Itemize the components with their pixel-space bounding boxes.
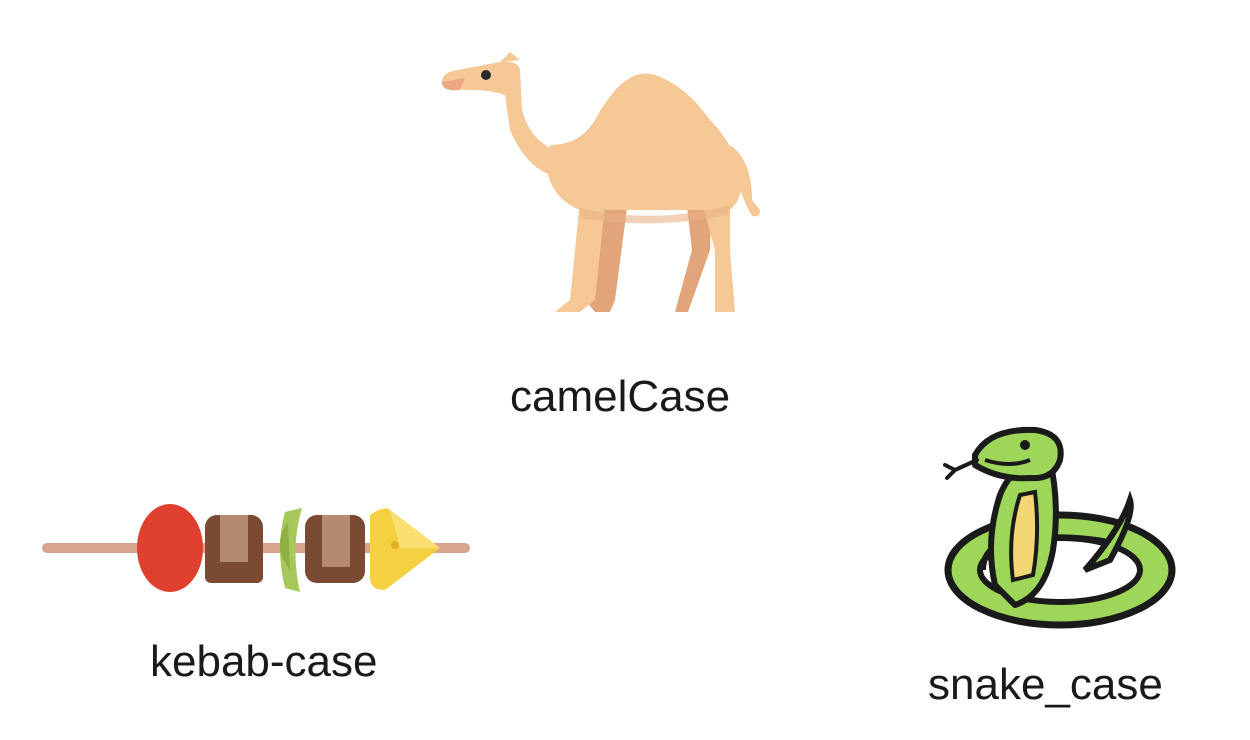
camel-icon (442, 52, 760, 312)
kebab-item (40, 500, 480, 600)
camel-item (430, 50, 780, 330)
kebab-skewer-icon (42, 504, 470, 592)
kebab-label: kebab-case (150, 637, 378, 686)
naming-conventions-diagram: camelCase kebab-case snake_case (0, 0, 1250, 740)
snake-icon (943, 426, 1176, 629)
snake-item (935, 420, 1185, 635)
snake-label: snake_case (928, 660, 1163, 709)
camel-label: camelCase (510, 372, 731, 421)
